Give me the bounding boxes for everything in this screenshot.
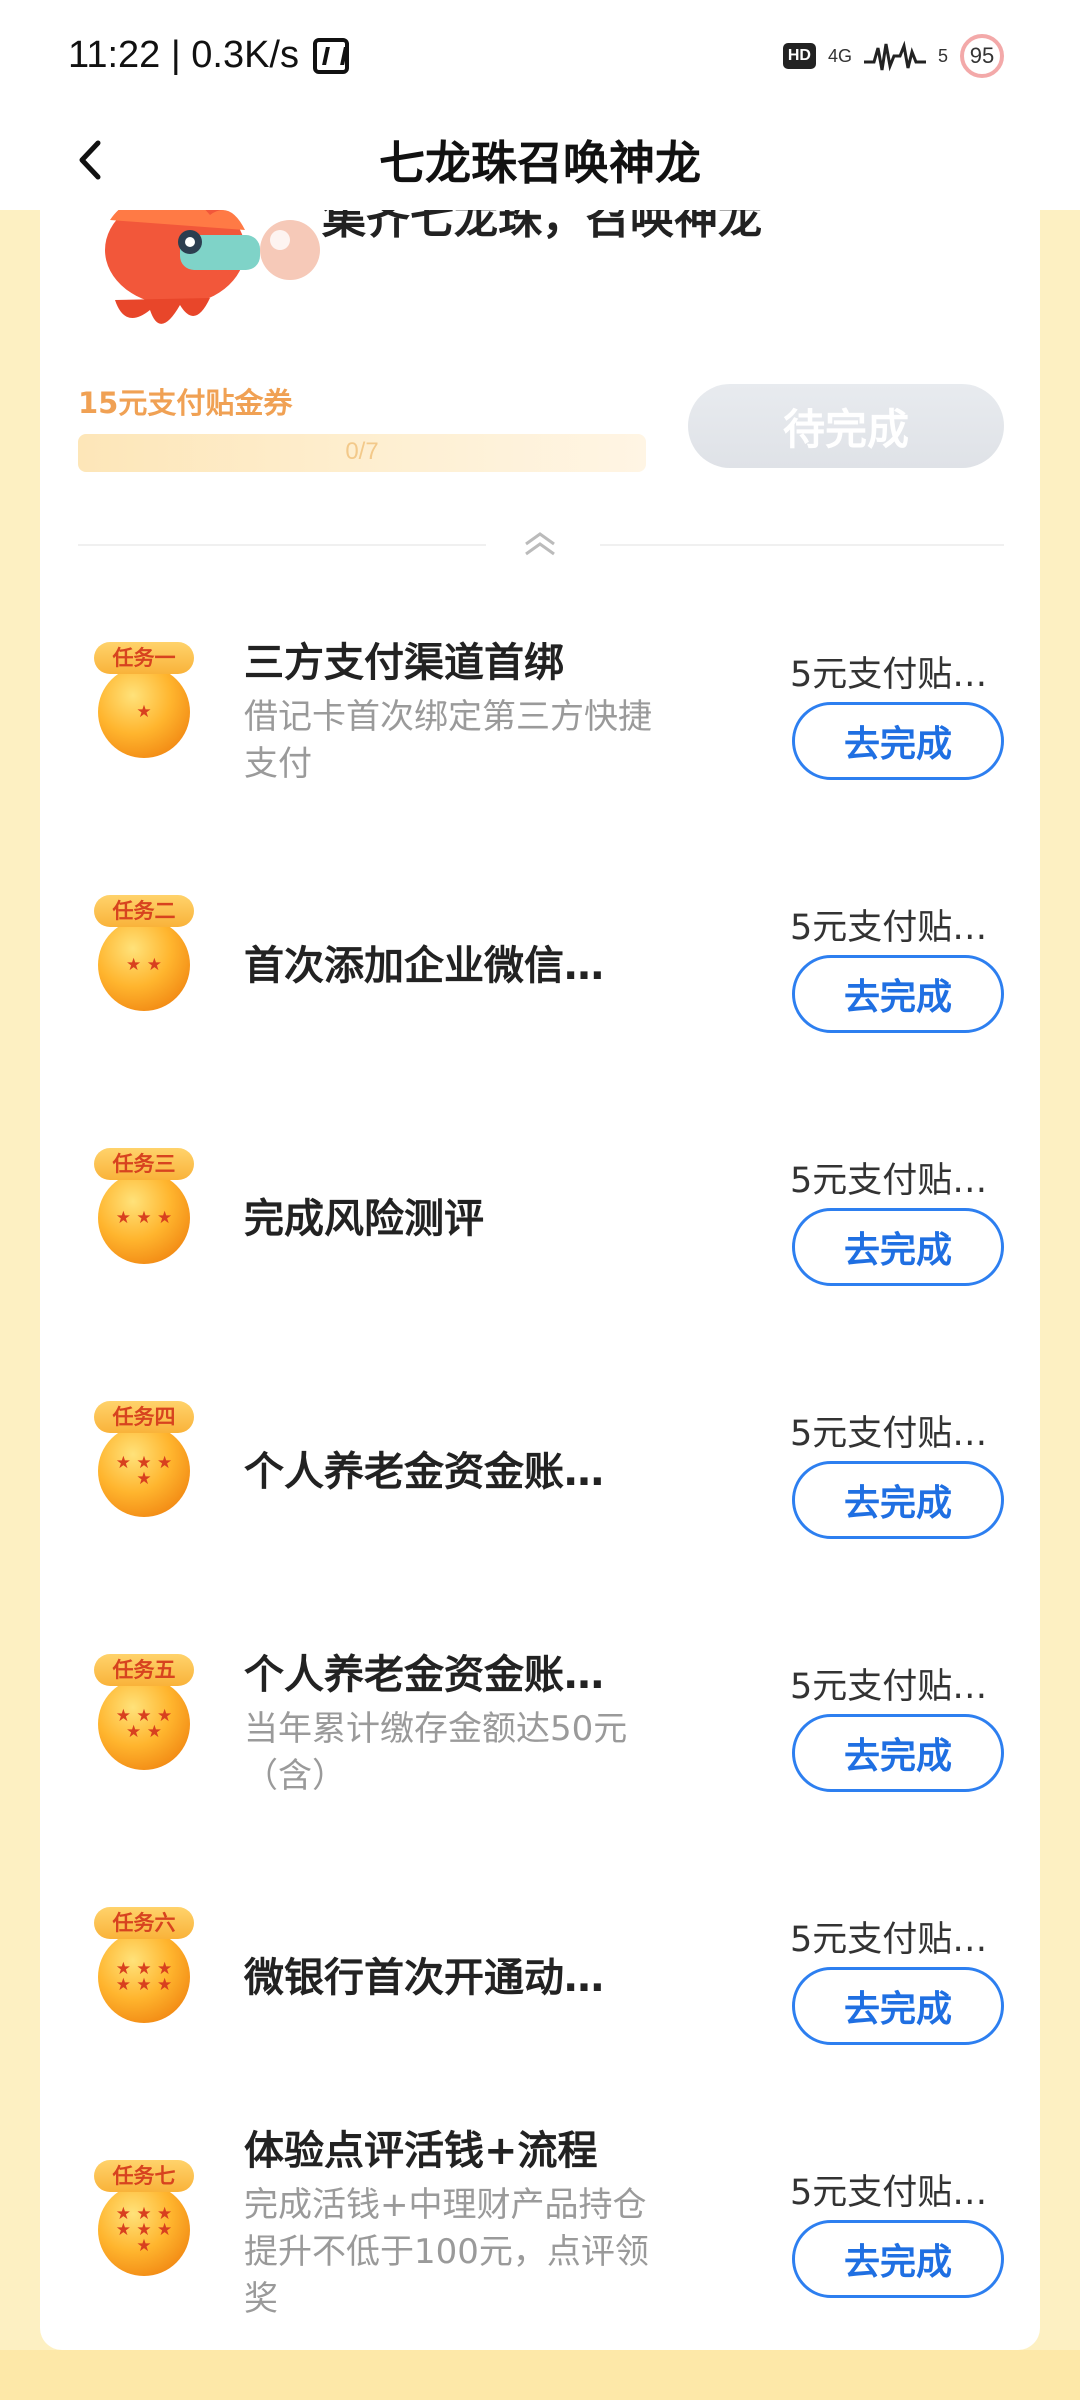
task-row: ★ ★ ★ 任务三 完成风险测评 5元支付贴… 去完成	[40, 1116, 1040, 1369]
go-complete-button[interactable]: 去完成	[792, 1714, 1004, 1792]
task-title: 微银行首次开通动…	[244, 1955, 604, 2001]
dragon-ball: ★ ★ ★ ★ 任务四	[94, 1401, 194, 1517]
dragon-ball: ★ ★ ★ 任务三	[94, 1148, 194, 1264]
progress-text: 0/7	[345, 438, 379, 465]
status-right: HD 4G 5 95	[782, 34, 1004, 78]
ball-stars: ★ ★ ★ ★	[115, 1453, 173, 1489]
dragon-ball: ★ ★ ★ ★ ★ 任务五	[94, 1654, 194, 1770]
task-title: 完成风险测评	[244, 1196, 484, 1242]
battery-badge: 95	[960, 34, 1004, 78]
task-row: ★ 任务一 三方支付渠道首绑 借记卡首次绑定第三方快捷支付 5元支付贴… 去完成	[40, 610, 1040, 863]
progress-bar: 0/7	[78, 434, 646, 472]
header-slogan: 集齐七龙珠，召唤神龙	[322, 210, 762, 244]
status-bar: 11:22 | 0.3K/s HD 4G 5 95	[0, 0, 1080, 115]
ball-stars: ★ ★ ★ ★ ★ ★ ★	[115, 2204, 173, 2256]
task-tag: 任务二	[94, 895, 194, 927]
task-tag: 任务四	[94, 1401, 194, 1433]
task-desc: 完成活钱+中理财产品持仓提升不低于100元，点评领奖	[244, 2185, 649, 2319]
go-complete-button[interactable]: 去完成	[792, 955, 1004, 1033]
task-title: 个人养老金资金账…	[244, 1652, 604, 1698]
task-row: ★ ★ ★ ★ ★ 任务五 个人养老金资金账… 当年累计缴存金额达50元（含） …	[40, 1622, 1040, 1875]
task-reward: 5元支付贴…	[790, 1667, 988, 1707]
reward-label: 15元支付贴金券	[78, 386, 293, 420]
task-title: 三方支付渠道首绑	[244, 640, 564, 686]
status-left: 11:22 | 0.3K/s	[68, 34, 349, 77]
pending-button[interactable]: 待完成	[688, 384, 1004, 468]
bottom-background	[0, 2350, 1080, 2400]
ball-stars: ★ ★ ★ ★ ★ ★	[115, 1959, 173, 1995]
network-label: 4G	[827, 45, 852, 66]
dragon-ball: ★ ★ ★ ★ ★ ★ 任务六	[94, 1907, 194, 2023]
ball-stars: ★ ★ ★	[115, 1208, 173, 1228]
go-complete-button[interactable]: 去完成	[792, 1461, 1004, 1539]
signal-icon	[863, 40, 926, 72]
go-complete-button[interactable]: 去完成	[792, 2220, 1004, 2298]
nfc-icon	[313, 37, 349, 74]
task-tag: 任务七	[94, 2160, 194, 2192]
dragon-ball: ★ ★ ★ ★ ★ ★ ★ 任务七	[94, 2160, 194, 2276]
task-tag: 任务一	[94, 642, 194, 674]
task-reward: 5元支付贴…	[790, 908, 988, 948]
task-reward: 5元支付贴…	[790, 1161, 988, 1201]
task-reward: 5元支付贴…	[790, 1414, 988, 1454]
task-desc: 当年累计缴存金额达50元（含）	[244, 1709, 628, 1796]
task-title: 体验点评活钱+流程	[244, 2128, 598, 2174]
task-title: 首次添加企业微信…	[244, 943, 604, 989]
nav-bar: 七龙珠召唤神龙	[0, 115, 1080, 210]
task-reward: 5元支付贴…	[790, 1920, 988, 1960]
task-tag: 任务五	[94, 1654, 194, 1686]
divider-left	[78, 544, 486, 546]
dragon-ball: ★ ★ 任务二	[94, 895, 194, 1011]
task-row: ★ ★ ★ ★ 任务四 个人养老金资金账… 5元支付贴… 去完成	[40, 1369, 1040, 1622]
ball-stars: ★ ★ ★ ★ ★	[115, 1706, 173, 1742]
page-title: 七龙珠召唤神龙	[379, 136, 701, 190]
hd-badge: HD	[782, 43, 816, 69]
divider-right	[600, 544, 1004, 546]
go-complete-button[interactable]: 去完成	[792, 1208, 1004, 1286]
collapse-chevron-icon[interactable]	[520, 526, 560, 562]
task-tag: 任务三	[94, 1148, 194, 1180]
ball-stars: ★	[136, 702, 152, 722]
task-desc: 借记卡首次绑定第三方快捷支付	[244, 697, 652, 784]
dragon-illustration	[105, 210, 320, 324]
task-reward: 5元支付贴…	[790, 2173, 988, 2213]
dragon-ball: ★ 任务一	[94, 642, 194, 758]
ball-stars: ★ ★	[126, 955, 162, 975]
task-card: 集齐七龙珠，召唤神龙 15元支付贴金券 0/7 待完成 ★ 任务一 三方支付渠道…	[40, 210, 1040, 2350]
task-row: ★ ★ 任务二 首次添加企业微信… 5元支付贴… 去完成	[40, 863, 1040, 1116]
task-row: ★ ★ ★ ★ ★ ★ ★ 任务七 体验点评活钱+流程 完成活钱+中理财产品持仓…	[40, 2128, 1040, 2350]
go-complete-button[interactable]: 去完成	[792, 702, 1004, 780]
task-row: ★ ★ ★ ★ ★ ★ 任务六 微银行首次开通动… 5元支付贴… 去完成	[40, 1875, 1040, 2128]
task-reward: 5元支付贴…	[790, 655, 988, 695]
task-tag: 任务六	[94, 1907, 194, 1939]
sim-label: 5	[937, 45, 948, 66]
task-title: 个人养老金资金账…	[244, 1449, 604, 1495]
go-complete-button[interactable]: 去完成	[792, 1967, 1004, 2045]
status-time-speed: 11:22 | 0.3K/s	[68, 34, 299, 76]
